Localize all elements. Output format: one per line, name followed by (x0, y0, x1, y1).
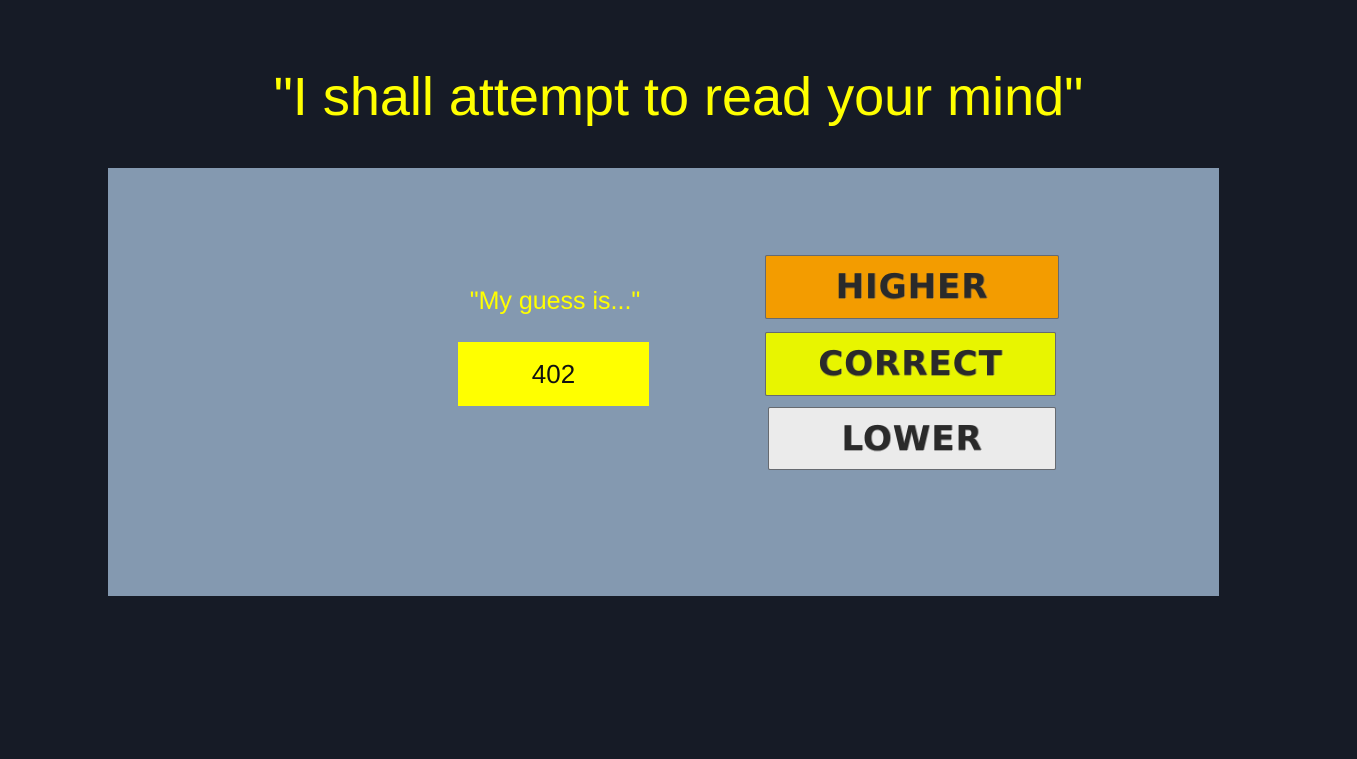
higher-button-label: HIGHER (835, 267, 989, 307)
page-title: "I shall attempt to read your mind" (273, 67, 1084, 127)
lower-button[interactable]: LOWER (768, 407, 1056, 470)
guess-display: 402 (458, 342, 649, 406)
guess-value: 402 (531, 358, 576, 389)
lower-button-label: LOWER (841, 418, 983, 459)
guess-label: "My guess is..." (469, 287, 641, 315)
correct-button-label: CORRECT (818, 344, 1003, 384)
correct-button[interactable]: CORRECT (765, 332, 1056, 396)
higher-button[interactable]: HIGHER (765, 255, 1059, 319)
